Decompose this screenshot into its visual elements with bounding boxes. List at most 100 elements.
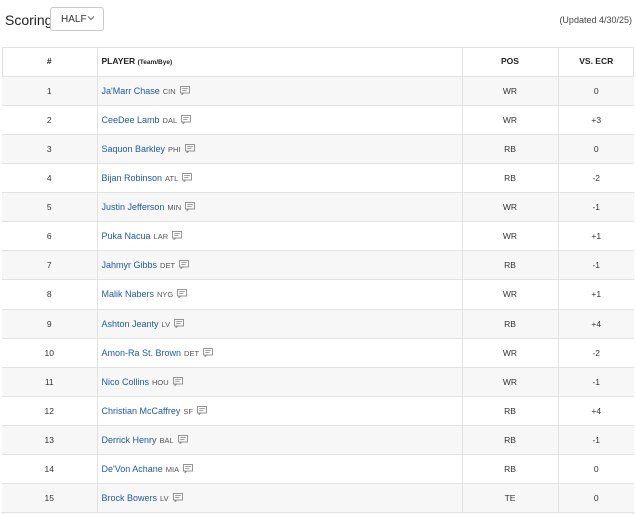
scoring-dropdown-value: HALF — [61, 14, 87, 25]
vs-ecr-cell: -2 — [558, 163, 634, 194]
rank-cell: 3 — [2, 134, 98, 164]
position-cell: TE — [462, 483, 559, 514]
player-name-link[interactable]: Bijan Robinson — [102, 173, 163, 183]
player-name-link[interactable]: Malik Nabers — [102, 289, 155, 299]
player-cell: Puka Nacua LAR — [97, 221, 463, 252]
table-row: 8 Malik Nabers NYG WR +1 — [2, 279, 634, 310]
column-header-player-sub: (Team/Bye) — [137, 59, 173, 67]
scoring-bar: Scoring HALF (Updated 4/30/25) — [0, 0, 636, 42]
table-row: 15 Brock Bowers LV TE 0 — [2, 483, 634, 514]
vs-ecr-cell: -1 — [558, 425, 634, 456]
player-team: DAL — [162, 115, 178, 125]
rank-cell: 6 — [2, 221, 98, 252]
column-header-pos[interactable]: POS — [462, 47, 559, 77]
updated-date: (Updated 4/30/25) — [559, 15, 632, 25]
table-header-row: # PLAYER (Team/Bye) POS VS. ECR — [2, 47, 634, 77]
position-cell: RB — [462, 250, 559, 281]
player-cell: Ashton Jeanty LV — [97, 309, 463, 339]
vs-ecr-cell: 0 — [558, 76, 634, 106]
player-name-link[interactable]: Nico Collins — [102, 377, 150, 387]
player-name-link[interactable]: CeeDee Lamb — [102, 115, 160, 125]
comment-icon[interactable] — [172, 231, 183, 241]
player-team: NYG — [157, 290, 174, 300]
comment-icon[interactable] — [203, 347, 213, 357]
player-cell: Justin Jefferson MIN — [97, 192, 463, 223]
comment-icon[interactable] — [172, 493, 183, 503]
rank-cell: 14 — [2, 454, 98, 485]
comment-icon[interactable] — [179, 260, 189, 270]
player-team: LAR — [153, 232, 169, 242]
player-team: DET — [160, 261, 176, 271]
player-team: PHI — [168, 144, 181, 154]
player-name-link[interactable]: Jahmyr Gibbs — [102, 260, 158, 270]
rank-cell: 7 — [2, 250, 98, 281]
player-team: MIA — [165, 465, 180, 475]
comment-icon[interactable] — [185, 202, 196, 212]
column-header-rank[interactable]: # — [2, 47, 98, 77]
table-row: 4 Bijan Robinson ATL RB -2 — [2, 163, 634, 194]
position-cell: WR — [462, 192, 559, 223]
table-row: 2 CeeDee Lamb DAL WR +3 — [2, 105, 634, 135]
player-name-link[interactable]: Brock Bowers — [102, 493, 158, 503]
player-cell: Derrick Henry BAL — [97, 425, 463, 456]
position-cell: RB — [462, 163, 559, 194]
player-cell: Ja'Marr Chase CIN — [97, 76, 463, 106]
comment-icon[interactable] — [174, 318, 185, 328]
rank-cell: 11 — [2, 367, 98, 397]
position-cell: RB — [462, 134, 559, 164]
player-team: HOU — [152, 377, 169, 387]
vs-ecr-cell: +1 — [558, 221, 634, 252]
table-row: 14 De'Von Achane MIA RB 0 — [2, 454, 634, 485]
comment-icon[interactable] — [177, 435, 188, 445]
rankings-table: # PLAYER (Team/Bye) POS VS. ECR 1 Ja'Marr… — [2, 47, 634, 514]
player-team: SF — [183, 406, 193, 416]
player-team: LV — [160, 494, 169, 504]
vs-ecr-cell: 0 — [558, 454, 634, 485]
table-row: 7 Jahmyr Gibbs DET RB -1 — [2, 250, 634, 281]
table-row: 6 Puka Nacua LAR WR +1 — [2, 221, 634, 252]
player-name-link[interactable]: Ashton Jeanty — [102, 319, 159, 329]
player-team: LV — [161, 319, 171, 329]
table-row: 10 Amon-Ra St. Brown DET WR -2 — [2, 338, 634, 368]
player-name-link[interactable]: Amon-Ra St. Brown — [102, 348, 182, 358]
player-team: BAL — [159, 436, 174, 446]
player-name-link[interactable]: De'Von Achane — [102, 464, 163, 474]
table-row: 13 Derrick Henry BAL RB -1 — [2, 425, 634, 456]
comment-icon[interactable] — [177, 289, 188, 299]
comment-icon[interactable] — [184, 143, 195, 153]
player-cell: Saquon Barkley PHI — [97, 134, 463, 164]
player-name-link[interactable]: Puka Nacua — [102, 231, 151, 241]
rank-cell: 8 — [2, 279, 98, 310]
position-cell: RB — [462, 454, 559, 485]
table-row: 11 Nico Collins HOU WR -1 — [2, 367, 634, 397]
table-row: 5 Justin Jefferson MIN WR -1 — [2, 192, 634, 223]
vs-ecr-cell: +1 — [558, 279, 634, 310]
comment-icon[interactable] — [182, 172, 193, 182]
player-name-link[interactable]: Christian McCaffrey — [102, 406, 181, 416]
player-name-link[interactable]: Ja'Marr Chase — [102, 86, 160, 96]
column-header-ecr[interactable]: VS. ECR — [558, 47, 634, 77]
vs-ecr-cell: -1 — [558, 250, 634, 281]
rank-cell: 10 — [2, 338, 98, 368]
player-team: ATL — [165, 173, 179, 183]
player-cell: Jahmyr Gibbs DET — [97, 250, 463, 281]
rank-cell: 15 — [2, 483, 98, 514]
player-name-link[interactable]: Justin Jefferson — [102, 202, 165, 212]
vs-ecr-cell: 0 — [558, 134, 634, 164]
comment-icon[interactable] — [183, 464, 194, 474]
scoring-dropdown[interactable]: HALF — [50, 7, 104, 31]
position-cell: RB — [462, 425, 559, 456]
player-name-link[interactable]: Saquon Barkley — [102, 144, 166, 154]
column-header-player-label: PLAYER — [101, 56, 136, 67]
player-name-link[interactable]: Derrick Henry — [102, 435, 157, 445]
rank-cell: 5 — [2, 192, 98, 223]
position-cell: WR — [462, 279, 559, 310]
comment-icon[interactable] — [179, 85, 190, 95]
position-cell: WR — [462, 221, 559, 252]
position-cell: WR — [462, 338, 559, 368]
comment-icon[interactable] — [197, 405, 207, 415]
comment-icon[interactable] — [172, 376, 183, 386]
player-team: MIN — [167, 203, 182, 213]
column-header-player[interactable]: PLAYER (Team/Bye) — [97, 47, 463, 77]
comment-icon[interactable] — [181, 114, 192, 124]
